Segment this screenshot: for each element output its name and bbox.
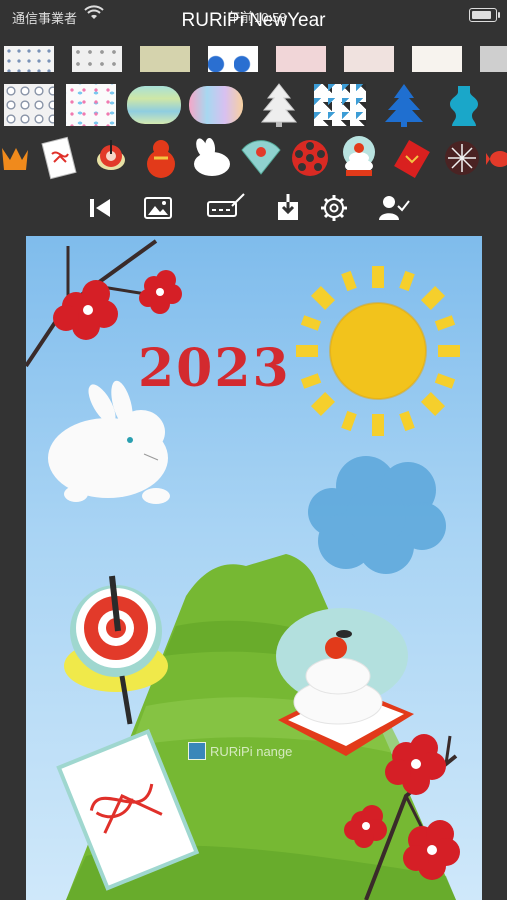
signature-icon[interactable] xyxy=(206,192,246,224)
image-icon[interactable] xyxy=(142,192,174,224)
watermark-logo xyxy=(188,742,206,760)
watermark: RURiPi nange xyxy=(188,742,292,760)
white-tree-icon[interactable] xyxy=(258,82,300,128)
blue-bell-icon[interactable] xyxy=(446,82,482,128)
kagami-mochi-icon[interactable] xyxy=(340,134,378,180)
folding-fan-icon[interactable] xyxy=(240,138,282,178)
spinning-top-icon[interactable] xyxy=(94,138,128,178)
texture-blue-waves[interactable] xyxy=(208,46,258,72)
orange-stamp-icon[interactable] xyxy=(0,140,30,176)
stamp-row-3 xyxy=(0,134,507,188)
pattern-confetti[interactable] xyxy=(66,84,116,126)
red-fish-icon[interactable] xyxy=(486,144,507,174)
texture-cream[interactable] xyxy=(412,46,462,72)
firework-icon[interactable] xyxy=(444,140,480,176)
sun xyxy=(296,266,460,436)
watermark-text: RURiPi nange xyxy=(210,743,293,759)
red-pouch-icon[interactable] xyxy=(142,136,180,180)
stamp-row-2 xyxy=(0,82,507,136)
lotus-root-icon[interactable] xyxy=(290,138,330,178)
pattern-circles[interactable] xyxy=(4,84,54,126)
texture-light-pink[interactable] xyxy=(344,46,394,72)
texture-gray[interactable] xyxy=(480,46,507,72)
download-icon[interactable] xyxy=(272,192,304,224)
app-title: RURiPi NewYear xyxy=(181,10,326,31)
texture-gray-dots[interactable] xyxy=(72,46,122,72)
year-text: 2023 xyxy=(138,338,291,399)
pattern-triangles[interactable] xyxy=(314,84,366,126)
user-check-icon[interactable] xyxy=(378,192,410,224)
texture-pink[interactable] xyxy=(276,46,326,72)
card-canvas[interactable]: 2023 xyxy=(26,236,482,900)
blue-tree-icon[interactable] xyxy=(382,82,426,128)
toolbar xyxy=(0,188,507,228)
cloud xyxy=(308,456,446,574)
watercolor-pastel[interactable] xyxy=(189,86,243,124)
watercolor-stripes[interactable] xyxy=(127,86,181,124)
white-rabbit-icon[interactable] xyxy=(188,138,234,178)
gear-icon[interactable] xyxy=(318,192,350,224)
card-artwork: 2023 xyxy=(26,239,460,900)
red-envelope-icon[interactable] xyxy=(392,138,432,178)
skip-back-icon[interactable] xyxy=(84,192,116,224)
envelope-icon[interactable] xyxy=(40,136,80,180)
texture-row xyxy=(0,44,507,74)
texture-dots[interactable] xyxy=(4,46,54,72)
texture-khaki[interactable] xyxy=(140,46,190,72)
